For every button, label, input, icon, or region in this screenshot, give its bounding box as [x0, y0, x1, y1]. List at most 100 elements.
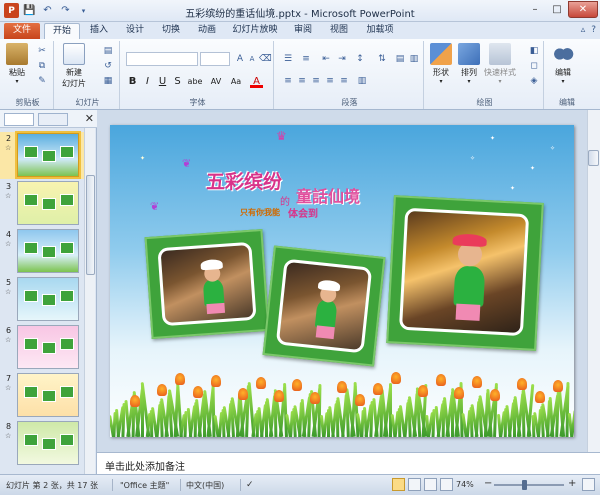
- new-slide-button[interactable]: 新建 幻灯片: [62, 43, 86, 89]
- slide-subtitle-2[interactable]: 体会到: [288, 205, 318, 220]
- slide-subtitle[interactable]: 只有你我能: [240, 207, 280, 218]
- panel-close-icon[interactable]: ✕: [85, 112, 94, 125]
- slide-canvas[interactable]: ✦ ✦ ✧ ✦ ✧ ✦ ♛ ❦ ❦ 五彩缤纷 的 童話仙境 只有你我能 体会到: [110, 125, 574, 437]
- animation-marker-icon[interactable]: ☆: [5, 240, 11, 248]
- minimize-button[interactable]: –: [524, 1, 546, 18]
- line-spacing-icon[interactable]: ↕: [354, 53, 366, 65]
- tab-file[interactable]: 文件: [4, 23, 40, 39]
- slide-thumbnail[interactable]: [17, 373, 79, 417]
- slide-thumbnail-row[interactable]: 7 ☆: [0, 372, 84, 419]
- slide-sorter-view-button[interactable]: [408, 478, 421, 491]
- slide-thumbnail-row[interactable]: 2 ☆: [0, 131, 84, 179]
- slide-thumbnail[interactable]: [17, 277, 79, 321]
- photo-frame-2[interactable]: [262, 245, 386, 367]
- format-painter-icon[interactable]: ✎: [36, 75, 48, 87]
- shape-outline-icon[interactable]: ◻: [528, 60, 540, 72]
- paste-button[interactable]: 粘贴 ▾: [6, 43, 28, 85]
- normal-view-button[interactable]: [392, 478, 405, 491]
- grow-font-icon[interactable]: A: [234, 53, 246, 65]
- tab-home[interactable]: 开始: [44, 23, 80, 39]
- tab-animations[interactable]: 动画: [194, 23, 220, 39]
- slide-thumbnail[interactable]: [17, 325, 79, 369]
- columns-icon[interactable]: ▥: [356, 75, 368, 87]
- tab-slides-thumbnails[interactable]: [4, 113, 34, 126]
- bullets-icon[interactable]: ☰: [282, 53, 294, 65]
- text-direction-icon[interactable]: ⇅: [376, 53, 388, 65]
- layout-icon[interactable]: ▤: [102, 45, 114, 57]
- distribute-icon[interactable]: ≡: [338, 75, 350, 87]
- align-left-icon[interactable]: ≡: [282, 75, 294, 87]
- notes-placeholder[interactable]: 单击此处添加备注: [105, 458, 185, 473]
- slide-thumbnail-row[interactable]: 3 ☆: [0, 180, 84, 227]
- photo-frame-3[interactable]: [386, 195, 544, 351]
- font-size-combo[interactable]: [200, 52, 230, 66]
- slide-thumbnail-row[interactable]: 8 ☆: [0, 420, 84, 467]
- photo-frame-1[interactable]: [144, 229, 270, 339]
- zoom-in-button[interactable]: +: [568, 478, 576, 489]
- section-icon[interactable]: ▦: [102, 75, 114, 87]
- slide-title-right[interactable]: 童話仙境: [296, 183, 360, 207]
- smartart-icon[interactable]: ▥: [408, 53, 420, 65]
- align-right-icon[interactable]: ≡: [310, 75, 322, 87]
- slide-thumbnail-row[interactable]: 5 ☆: [0, 276, 84, 323]
- tab-insert[interactable]: 插入: [86, 23, 112, 39]
- close-button[interactable]: ✕: [568, 1, 598, 18]
- cut-icon[interactable]: ✂: [36, 45, 48, 57]
- decrease-indent-icon[interactable]: ⇤: [320, 53, 332, 65]
- shape-fill-icon[interactable]: ◧: [528, 45, 540, 57]
- animation-marker-icon[interactable]: ☆: [5, 384, 11, 392]
- tab-outline[interactable]: [38, 113, 68, 126]
- clear-format-icon[interactable]: ⌫: [259, 53, 272, 65]
- minimize-ribbon-icon[interactable]: ▵: [581, 25, 586, 35]
- align-text-icon[interactable]: ▤: [394, 53, 406, 65]
- theme-status[interactable]: "Office 主题": [120, 480, 169, 491]
- slide-thumbnail[interactable]: [17, 421, 79, 465]
- tab-slideshow[interactable]: 幻灯片放映: [230, 23, 280, 39]
- underline-button[interactable]: U: [156, 75, 169, 88]
- italic-button[interactable]: I: [141, 75, 154, 88]
- help-icon[interactable]: ?: [591, 25, 596, 35]
- change-case-button[interactable]: Aa: [228, 75, 244, 88]
- numbering-icon[interactable]: ≡: [300, 53, 312, 65]
- arrange-button[interactable]: 排列 ▾: [458, 43, 480, 85]
- copy-icon[interactable]: ⧉: [36, 60, 48, 72]
- slide-thumbnail[interactable]: [15, 131, 81, 179]
- tab-design[interactable]: 设计: [122, 23, 148, 39]
- font-name-combo[interactable]: [126, 52, 198, 66]
- animation-marker-icon[interactable]: ☆: [5, 144, 11, 152]
- char-spacing-button[interactable]: AV: [208, 75, 224, 88]
- reading-view-button[interactable]: [424, 478, 437, 491]
- slide-thumbnail[interactable]: [17, 181, 79, 225]
- shapes-button[interactable]: 形状 ▾: [430, 43, 452, 85]
- slide-title-main[interactable]: 五彩缤纷: [206, 167, 282, 194]
- zoom-out-button[interactable]: −: [484, 478, 492, 489]
- tab-transitions[interactable]: 切换: [158, 23, 184, 39]
- edit-button[interactable]: 编辑 ▾: [552, 43, 574, 85]
- editor-scroll-thumb[interactable]: [588, 150, 599, 166]
- slide-thumbnail-row[interactable]: 4 ☆: [0, 228, 84, 275]
- justify-icon[interactable]: ≡: [324, 75, 336, 87]
- zoom-slider[interactable]: [494, 484, 564, 486]
- font-color-button[interactable]: A: [250, 75, 263, 88]
- shape-effects-icon[interactable]: ◈: [528, 75, 540, 87]
- reset-icon[interactable]: ↺: [102, 60, 114, 72]
- maximize-button[interactable]: □: [546, 1, 568, 18]
- increase-indent-icon[interactable]: ⇥: [336, 53, 348, 65]
- tab-review[interactable]: 审阅: [290, 23, 316, 39]
- notes-pane[interactable]: 单击此处添加备注: [97, 452, 600, 474]
- tab-addins[interactable]: 加载项: [362, 23, 398, 39]
- slideshow-view-button[interactable]: [440, 478, 453, 491]
- strikethrough-button[interactable]: S: [171, 75, 184, 88]
- quick-styles-button[interactable]: 快速样式 ▾: [484, 43, 516, 85]
- fit-to-window-button[interactable]: [582, 478, 595, 491]
- shadow-button[interactable]: abe: [186, 75, 204, 88]
- zoom-level[interactable]: 74%: [456, 480, 474, 489]
- shrink-font-icon[interactable]: A: [246, 53, 258, 65]
- animation-marker-icon[interactable]: ☆: [5, 192, 11, 200]
- animation-marker-icon[interactable]: ☆: [5, 336, 11, 344]
- animation-marker-icon[interactable]: ☆: [5, 288, 11, 296]
- bold-button[interactable]: B: [126, 75, 139, 88]
- slide-thumbnail[interactable]: [17, 229, 79, 273]
- tab-view[interactable]: 视图: [326, 23, 352, 39]
- panel-scroll-thumb[interactable]: [86, 175, 95, 275]
